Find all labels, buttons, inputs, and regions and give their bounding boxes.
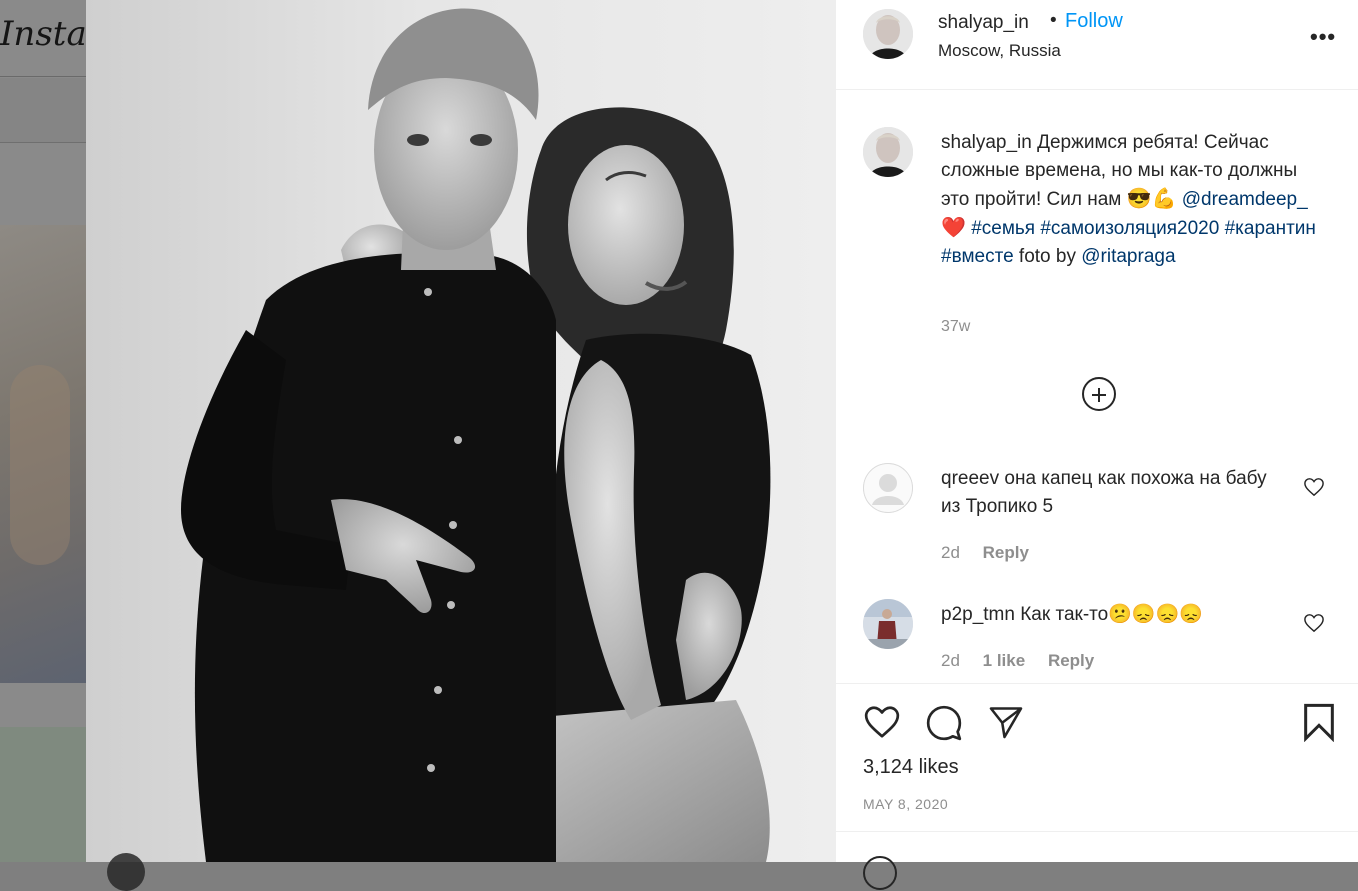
post-header: shalyap_in • Follow Moscow, Russia ••• xyxy=(836,0,1358,90)
commenter-avatar[interactable] xyxy=(863,463,913,513)
comment-likes-count[interactable]: 1 like xyxy=(983,651,1026,670)
likes-count[interactable]: 3,124 likes xyxy=(863,756,959,779)
comment-text: Как так-то😕😞😞😞 xyxy=(1020,604,1203,625)
post-caption: shalyap_in Держимся ребята! Сейчас сложн… xyxy=(941,129,1321,271)
caption-emoji: 😎💪 xyxy=(1126,188,1177,210)
background-thumbnail xyxy=(0,225,86,683)
comment-username[interactable]: qreeev xyxy=(941,468,999,489)
hashtag-link[interactable]: #вместе xyxy=(941,246,1014,267)
avatar-image xyxy=(863,599,913,649)
mention-link[interactable]: @dreamdeep_ xyxy=(1182,189,1308,210)
comment-like-heart-icon[interactable] xyxy=(1303,613,1325,633)
more-options-icon[interactable]: ••• xyxy=(1310,24,1336,50)
hashtag-link[interactable]: #семья xyxy=(971,218,1035,239)
photo-illustration xyxy=(181,8,771,862)
comment-meta: 2d Reply xyxy=(941,543,1047,563)
background-band xyxy=(0,78,86,143)
hashtag-link[interactable]: #самоизоляция2020 xyxy=(1040,218,1219,239)
load-more-comments-icon[interactable] xyxy=(1082,377,1116,411)
heart-emoji: ❤️ xyxy=(941,217,966,239)
emoji-picker-icon[interactable] xyxy=(863,856,897,890)
comment-like-heart-icon[interactable] xyxy=(1303,477,1325,497)
avatar-image xyxy=(863,9,913,59)
post-side-panel: shalyap_in • Follow Moscow, Russia ••• s… xyxy=(836,0,1358,890)
mention-link[interactable]: @ritapraga xyxy=(1081,246,1175,267)
divider xyxy=(0,76,86,77)
previous-post-arrow-icon[interactable] xyxy=(107,853,145,891)
divider xyxy=(836,831,1358,832)
post-photo[interactable] xyxy=(86,0,836,862)
post-date[interactable]: MAY 8, 2020 xyxy=(863,796,948,812)
share-paper-plane-icon[interactable] xyxy=(987,704,1025,740)
comment-time[interactable]: 2d xyxy=(941,651,960,670)
comment-body: p2p_tmn Как так-то😕😞😞😞 xyxy=(941,601,1286,629)
follow-button[interactable]: Follow xyxy=(1065,10,1123,33)
instagram-logo: Instagram xyxy=(0,14,86,54)
post-actions: 3,124 likes MAY 8, 2020 xyxy=(836,683,1358,890)
background-thumbnail xyxy=(0,727,86,862)
separator-dot: • xyxy=(1050,10,1057,31)
reply-button[interactable]: Reply xyxy=(983,543,1029,562)
caption-timestamp[interactable]: 37w xyxy=(941,318,970,336)
comment-meta: 2d 1 like Reply xyxy=(941,651,1112,671)
commenter-avatar[interactable] xyxy=(863,599,913,649)
caption-avatar[interactable] xyxy=(863,127,913,177)
hashtag-link[interactable]: #карантин xyxy=(1225,218,1316,239)
default-avatar-icon xyxy=(863,463,913,513)
comment-body: qreeev она капец как похожа на бабу из Т… xyxy=(941,465,1286,521)
caption-username[interactable]: shalyap_in xyxy=(941,132,1032,153)
save-bookmark-icon[interactable] xyxy=(1302,702,1336,742)
reply-button[interactable]: Reply xyxy=(1048,651,1094,670)
comment-time[interactable]: 2d xyxy=(941,543,960,562)
comment-username[interactable]: p2p_tmn xyxy=(941,604,1015,625)
like-heart-icon[interactable] xyxy=(863,704,901,740)
background-feed: Instagram xyxy=(0,0,86,862)
caption-text: foto by xyxy=(1018,246,1076,267)
author-avatar[interactable] xyxy=(863,9,913,59)
avatar-image xyxy=(863,127,913,177)
author-username[interactable]: shalyap_in xyxy=(938,12,1029,34)
comment-bubble-icon[interactable] xyxy=(925,704,963,742)
post-location[interactable]: Moscow, Russia xyxy=(938,41,1061,61)
